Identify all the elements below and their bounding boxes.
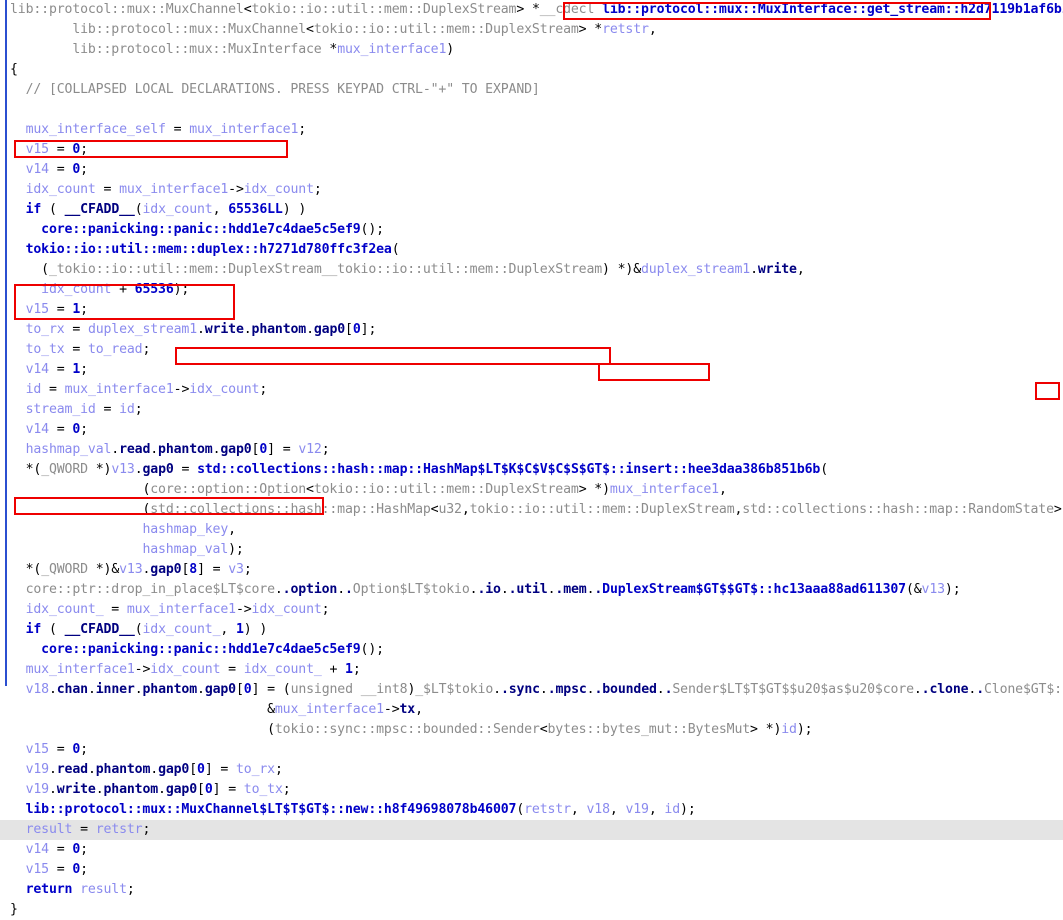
code-line[interactable]: hashmap_val); — [0, 540, 1063, 560]
code-line[interactable]: if ( __CFADD__(idx_count_, 1) ) — [0, 620, 1063, 640]
code-line[interactable]: lib::protocol::mux::MuxChannel<tokio::io… — [0, 0, 1063, 20]
code-line[interactable]: *(_QWORD *)v13.gap0 = std::collections::… — [0, 460, 1063, 480]
code-line[interactable]: v19.read.phantom.gap0[0] = to_rx; — [0, 760, 1063, 780]
code-line[interactable]: mux_interface_self = mux_interface1; — [0, 120, 1063, 140]
code-line[interactable]: } — [0, 900, 1063, 920]
code-line[interactable] — [0, 100, 1063, 120]
code-line[interactable]: hashmap_key, — [0, 520, 1063, 540]
code-line[interactable]: (core::option::Option<tokio::io::util::m… — [0, 480, 1063, 500]
code-line[interactable]: v15 = 0; — [0, 860, 1063, 880]
code-line[interactable]: v14 = 0; — [0, 160, 1063, 180]
code-line[interactable]: v14 = 0; — [0, 420, 1063, 440]
code-line[interactable]: core::panicking::panic::hdd1e7c4dae5c5ef… — [0, 640, 1063, 660]
code-listing[interactable]: lib::protocol::mux::MuxChannel<tokio::io… — [0, 0, 1063, 920]
code-line[interactable]: if ( __CFADD__(idx_count, 65536LL) ) — [0, 200, 1063, 220]
code-line[interactable]: to_tx = to_read; — [0, 340, 1063, 360]
code-line[interactable]: v15 = 1; — [0, 300, 1063, 320]
code-line[interactable]: v15 = 0; — [0, 140, 1063, 160]
pseudocode-view[interactable]: lib::protocol::mux::MuxChannel<tokio::io… — [0, 0, 1063, 917]
code-line[interactable]: mux_interface1->idx_count = idx_count_ +… — [0, 660, 1063, 680]
code-line[interactable]: lib::protocol::mux::MuxChannel<tokio::io… — [0, 20, 1063, 40]
code-line[interactable]: lib::protocol::mux::MuxInterface *mux_in… — [0, 40, 1063, 60]
code-line[interactable]: idx_count_ = mux_interface1->idx_count; — [0, 600, 1063, 620]
code-line[interactable]: (tokio::sync::mpsc::bounded::Sender<byte… — [0, 720, 1063, 740]
code-line[interactable]: id = mux_interface1->idx_count; — [0, 380, 1063, 400]
code-line[interactable]: idx_count + 65536); — [0, 280, 1063, 300]
code-line[interactable]: v15 = 0; — [0, 740, 1063, 760]
code-line[interactable]: core::panicking::panic::hdd1e7c4dae5c5ef… — [0, 220, 1063, 240]
code-line[interactable]: tokio::io::util::mem::duplex::h7271d780f… — [0, 240, 1063, 260]
code-line[interactable]: return result; — [0, 880, 1063, 900]
code-line[interactable]: { — [0, 60, 1063, 80]
code-line[interactable]: lib::protocol::mux::MuxChannel$LT$T$GT$:… — [0, 800, 1063, 820]
code-line[interactable]: &mux_interface1->tx, — [0, 700, 1063, 720]
code-line[interactable]: idx_count = mux_interface1->idx_count; — [0, 180, 1063, 200]
code-line[interactable]: hashmap_val.read.phantom.gap0[0] = v12; — [0, 440, 1063, 460]
code-line[interactable]: stream_id = id; — [0, 400, 1063, 420]
code-line[interactable]: (_tokio::io::util::mem::DuplexStream__to… — [0, 260, 1063, 280]
code-line[interactable]: // [COLLAPSED LOCAL DECLARATIONS. PRESS … — [0, 80, 1063, 100]
code-line[interactable]: *(_QWORD *)&v13.gap0[8] = v3; — [0, 560, 1063, 580]
code-line[interactable]: v19.write.phantom.gap0[0] = to_tx; — [0, 780, 1063, 800]
code-line[interactable]: to_rx = duplex_stream1.write.phantom.gap… — [0, 320, 1063, 340]
code-line[interactable]: v14 = 0; — [0, 840, 1063, 860]
code-line[interactable]: v18.chan.inner.phantom.gap0[0] = (unsign… — [0, 680, 1063, 700]
code-line[interactable]: v14 = 1; — [0, 360, 1063, 380]
code-line[interactable]: core::ptr::drop_in_place$LT$core..option… — [0, 580, 1063, 600]
code-line[interactable]: (std::collections::hash::map::HashMap<u3… — [0, 500, 1063, 520]
code-line[interactable]: result = retstr; — [0, 820, 1063, 840]
